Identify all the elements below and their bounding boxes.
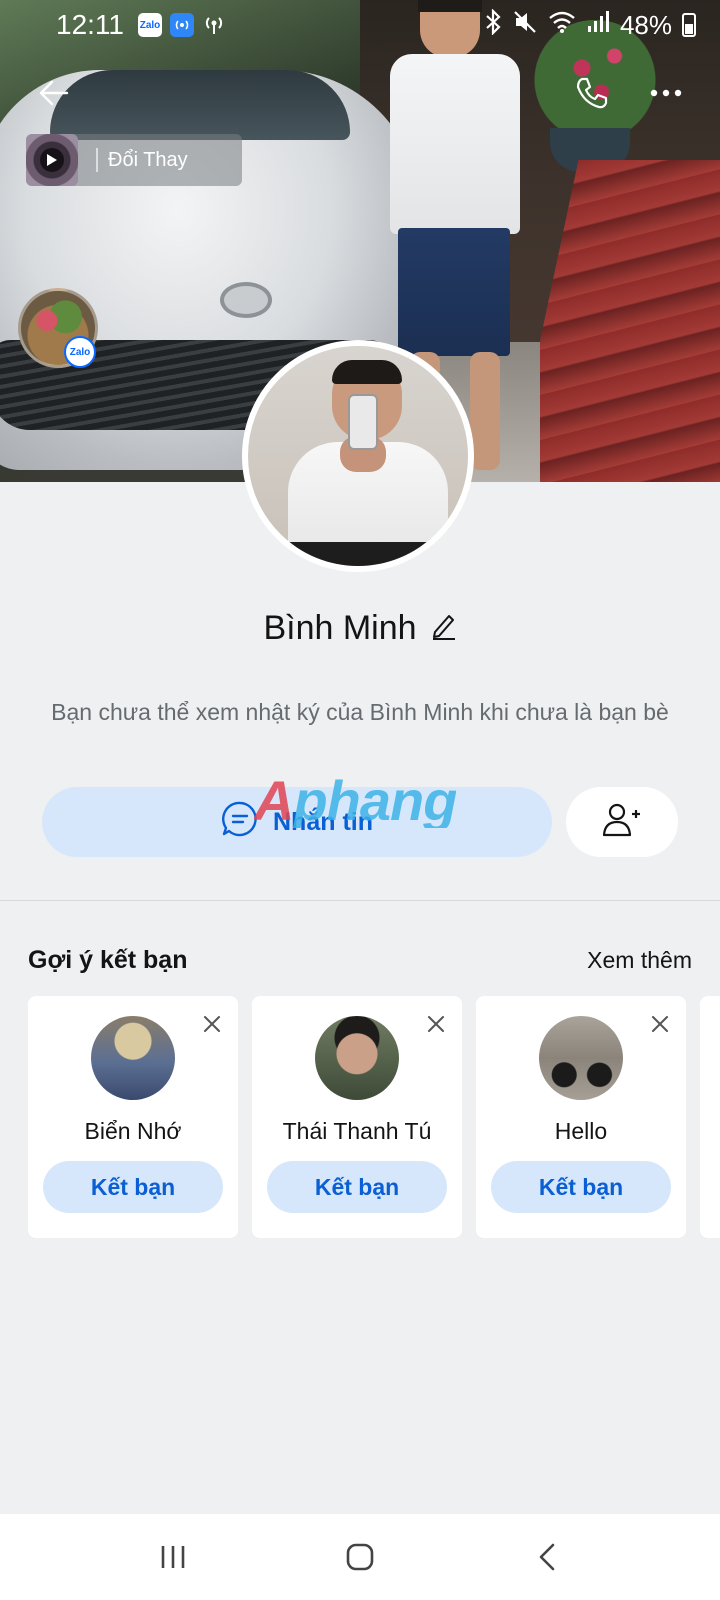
suggestions-title: Gợi ý kết bạn [28,945,188,974]
close-icon[interactable] [424,1012,448,1036]
suggestion-avatar[interactable] [91,1016,175,1100]
suggestion-avatar[interactable] [315,1016,399,1100]
add-friend-suggestion-button[interactable]: Kết bạn [43,1161,223,1213]
timeline-privacy-note: Bạn chưa thể xem nhật ký của Bình Minh k… [51,699,669,725]
suggestion-cards: Biển Nhớ Kết bạn Thái Thanh Tú Kết bạn H… [28,996,720,1238]
status-right-icons: 48% [484,7,696,42]
avatar[interactable] [242,340,474,572]
suggestion-name: Hello [554,1118,608,1144]
pencil-icon[interactable] [431,612,457,645]
music-divider [96,148,98,172]
close-icon[interactable] [648,1012,672,1036]
zalo-badge-icon: Zalo [64,336,96,368]
person-shorts [398,228,510,356]
status-time: 12:11 [56,9,124,40]
suggestion-card[interactable]: Biển Nhớ Kết bạn [28,996,238,1238]
music-title: Đổi Thay [108,148,188,171]
message-button[interactable]: Nhắn tin [42,787,552,857]
add-friend-suggestion-button[interactable]: Kết bạn [267,1161,447,1213]
profile-screen: 12:11 Zalo 48% Đổi Thay Zalo Bình Minh B… [0,0,720,1600]
play-icon [40,148,64,172]
suggestions-header: Gợi ý kết bạn Xem thêm [28,940,692,980]
add-friend-suggestion-button[interactable]: Kết bạn [491,1161,671,1213]
avatar-phone [348,394,378,450]
suggestion-card-partial[interactable] [700,996,720,1238]
suggestion-card[interactable]: Hello Kết bạn [476,996,686,1238]
back-arrow-icon[interactable] [28,67,80,119]
home-icon[interactable] [330,1527,390,1587]
profile-name-row: Bình Minh [0,602,720,654]
more-icon[interactable] [640,67,692,119]
suggestion-name: Thái Thanh Tú [282,1118,432,1144]
wireless-icon [202,13,226,37]
add-friend-button[interactable] [566,787,678,857]
phone-icon[interactable] [566,67,618,119]
suggestion-name: Biển Nhớ [84,1118,182,1144]
chat-bubble-icon [221,800,259,845]
nav-back-icon[interactable] [517,1527,577,1587]
recents-icon[interactable] [143,1527,203,1587]
person-leg-right [470,352,500,470]
suggestion-avatar[interactable] [539,1016,623,1100]
profile-name: Bình Minh [263,608,417,647]
battery-icon [682,13,696,37]
profile-music[interactable]: Đổi Thay [26,134,242,186]
message-label: Nhắn tin [273,807,373,836]
avatar-floor [248,542,468,566]
top-bar [0,58,720,128]
bluetooth-icon [484,7,502,42]
status-bar: 12:11 Zalo 48% [0,0,720,50]
close-icon[interactable] [200,1012,224,1036]
zalo-icon: Zalo [138,13,162,37]
battery-percent: 48% [619,9,672,40]
signal-icon [586,10,610,41]
system-nav-bar [0,1514,720,1600]
add-friend-icon [602,802,642,843]
mute-icon [512,9,538,42]
suggestion-card[interactable]: Thái Thanh Tú Kết bạn [252,996,462,1238]
car-emblem [220,282,272,318]
section-divider [0,900,720,901]
wifi-icon [548,10,576,41]
music-thumbnail [26,134,78,186]
avatar-hair [332,360,402,384]
see-more-link[interactable]: Xem thêm [587,947,692,974]
battery-fill [685,24,693,34]
hotspot-icon [170,13,194,37]
